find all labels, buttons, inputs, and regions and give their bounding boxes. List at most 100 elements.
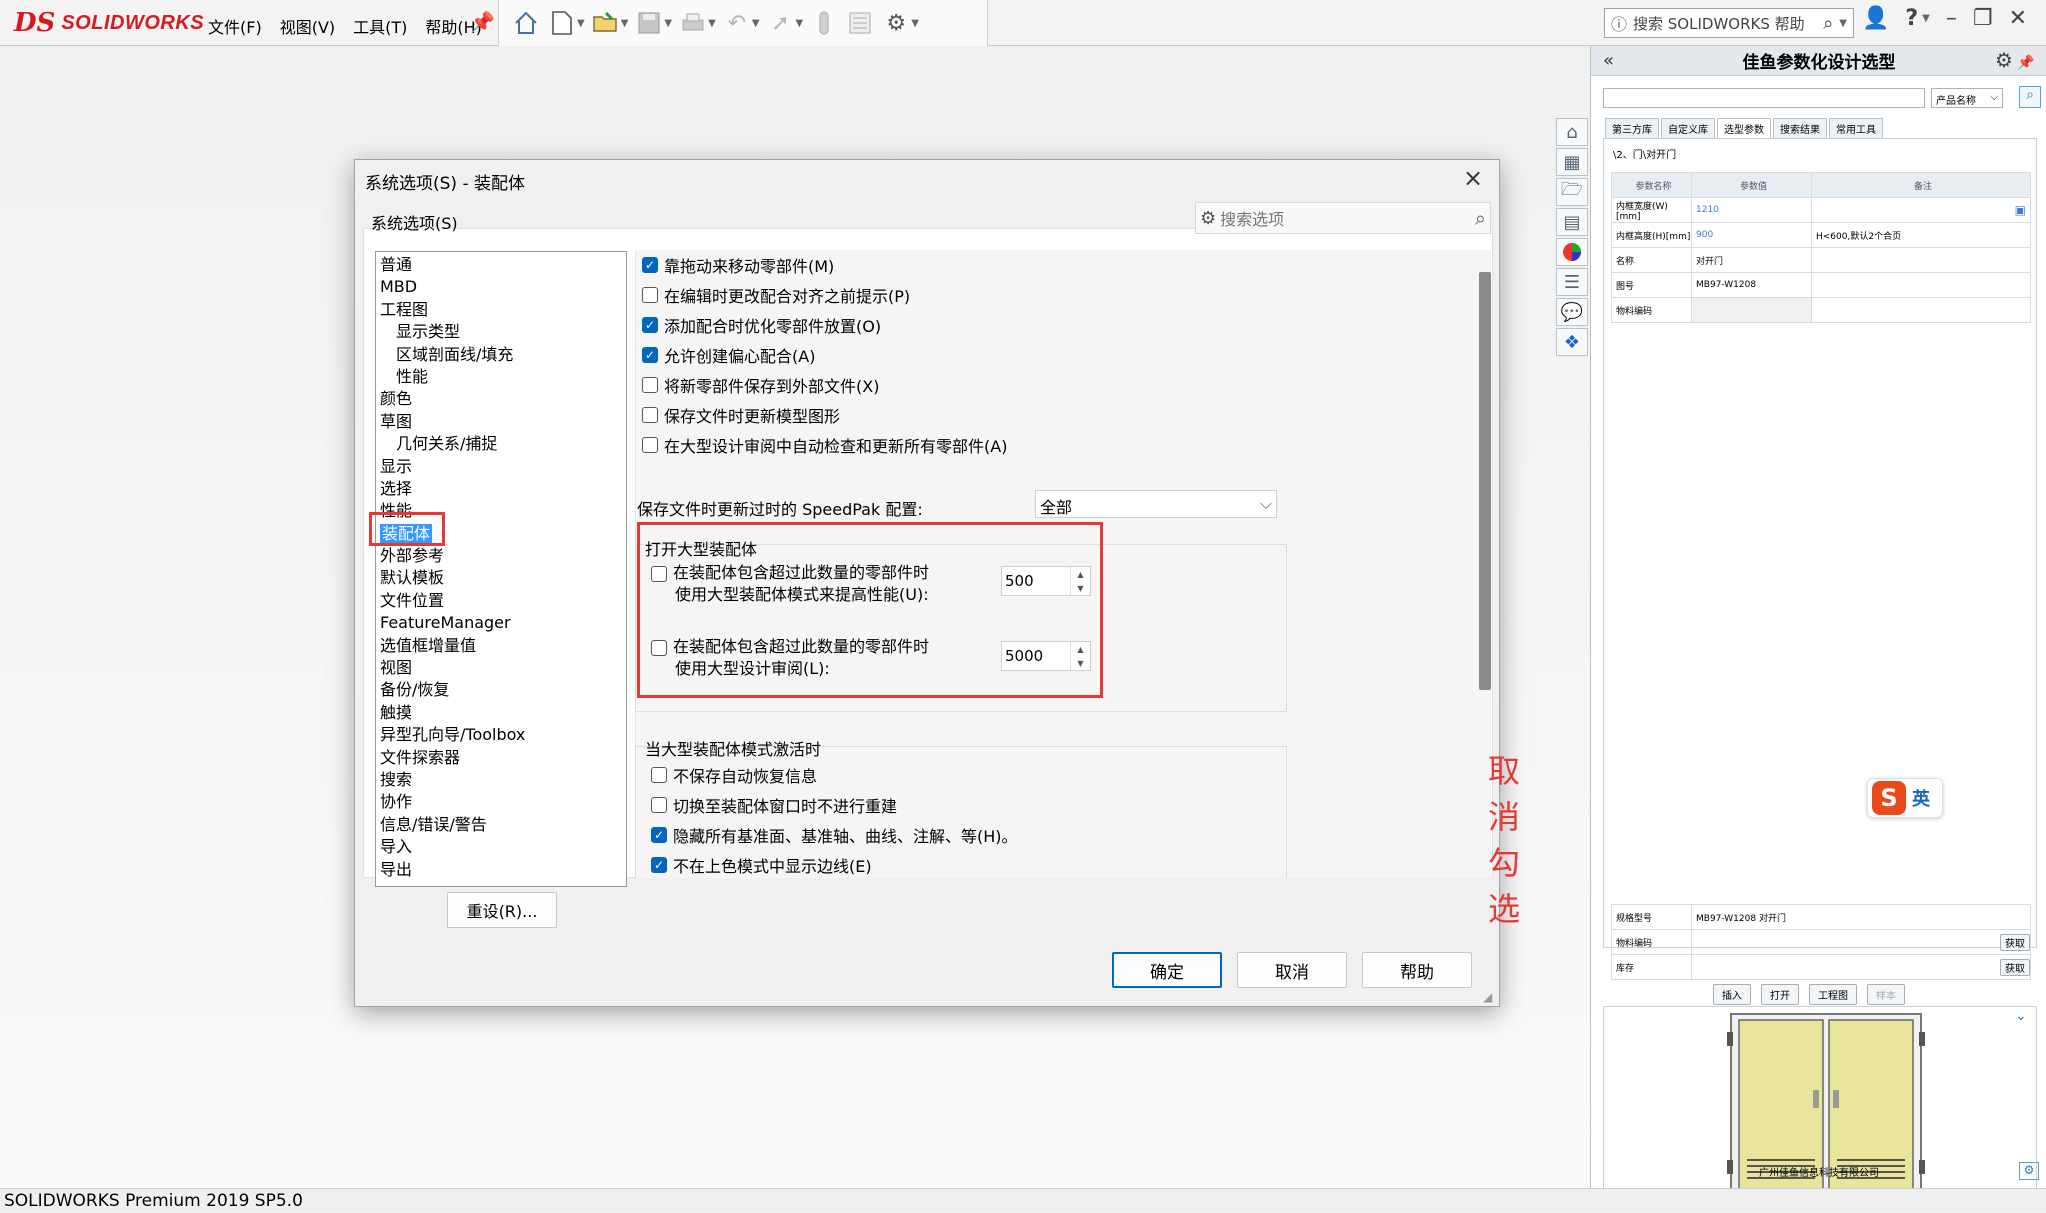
checkbox-unchecked[interactable] [642, 437, 658, 453]
forum-icon[interactable]: 💬 [1556, 298, 1588, 326]
checkbox-unchecked[interactable] [642, 377, 658, 393]
tree-item[interactable]: 工程图 [380, 299, 622, 321]
reset-button[interactable]: 重设(R)... [447, 892, 557, 928]
undo-icon[interactable]: ↶ [722, 8, 752, 38]
checkbox-unchecked[interactable] [651, 797, 667, 813]
param-value-input[interactable]: 1210 [1691, 197, 1812, 223]
checkbox-checked[interactable]: ✓ [642, 317, 658, 333]
collapse-panel-icon[interactable]: « [1603, 50, 1614, 71]
tree-item[interactable]: 普通 [380, 254, 622, 276]
tree-item[interactable]: 导入 [380, 836, 622, 858]
tree-item[interactable]: 信息/错误/警告 [380, 814, 622, 836]
tree-item[interactable]: 搜索 [380, 769, 622, 791]
tree-item[interactable]: 显示 [380, 456, 622, 478]
tree-item[interactable]: 协作 [380, 791, 622, 813]
menu-view[interactable]: 视图(V) [278, 12, 337, 40]
open-button[interactable]: 打开 [1761, 984, 1799, 1005]
tree-item[interactable]: 外部参考 [380, 545, 622, 567]
tree-subitem[interactable]: 性能 [380, 366, 622, 388]
search-icon[interactable]: ⌕ [1475, 206, 1486, 230]
tree-item[interactable]: 导出 [380, 859, 622, 881]
open-folder-icon[interactable] [591, 8, 621, 38]
help-icon[interactable]: ? [1905, 6, 1918, 31]
rebuild-icon[interactable] [809, 8, 839, 38]
user-icon[interactable]: 👤 [1862, 6, 1889, 31]
options-gear-icon[interactable]: ⚙ [881, 8, 911, 38]
option-optimize-placement[interactable]: ✓ 添加配合时优化零部件放置(O) [642, 310, 1491, 340]
tree-subitem[interactable]: 显示类型 [380, 321, 622, 343]
chevron-down-icon[interactable]: ▼ [796, 18, 804, 29]
view-palette-icon[interactable]: ▤ [1556, 208, 1588, 236]
option-update-graphics[interactable]: 保存文件时更新模型图形 [642, 400, 1491, 430]
option-save-external[interactable]: 将新零部件保存到外部文件(X) [642, 370, 1491, 400]
chevron-down-icon[interactable]: ▼ [1839, 18, 1847, 29]
tree-item[interactable]: 草图 [380, 411, 622, 433]
get-material-code-button[interactable]: 获取 [2000, 933, 2030, 951]
sample-button[interactable]: 样本 [1867, 984, 1905, 1005]
tree-item[interactable]: 选值框增量值 [380, 635, 622, 657]
tree-item[interactable]: 颜色 [380, 388, 622, 410]
close-icon[interactable]: × [1463, 164, 1483, 192]
save-icon[interactable] [634, 8, 664, 38]
ime-indicator[interactable]: S 英 [1867, 778, 1943, 818]
product-search-input[interactable] [1603, 88, 1925, 108]
checkbox-unchecked[interactable] [651, 767, 667, 783]
help-search-box[interactable]: ⓘ 搜索 SOLIDWORKS 帮助 ⌕ ▼ [1604, 8, 1854, 38]
tree-item[interactable]: 异型孔向导/Toolbox [380, 724, 622, 746]
help-search-input[interactable]: 搜索 SOLIDWORKS 帮助 [1633, 13, 1817, 34]
pin-icon[interactable]: 📌 [2013, 55, 2034, 71]
option-eccentric-mates[interactable]: ✓ 允许创建偏心配合(A) [642, 340, 1491, 370]
search-icon[interactable]: ⌕ [2019, 86, 2041, 108]
select-arrow-icon[interactable]: ➚ [766, 8, 796, 38]
tab-selection-params[interactable]: 选型参数 [1717, 118, 1771, 139]
option-drag-move[interactable]: ✓ 靠拖动来移动零部件(M) [642, 250, 1491, 280]
appearances-icon[interactable] [1556, 238, 1588, 266]
tree-item[interactable]: 默认模板 [380, 567, 622, 589]
menu-tools[interactable]: 工具(T) [351, 12, 409, 40]
chevron-down-icon[interactable]: ▼ [708, 18, 716, 29]
custom-properties-icon[interactable]: ☰ [1556, 268, 1588, 296]
close-window-icon[interactable]: ✕ [2009, 6, 2027, 31]
option-auto-check-update[interactable]: 在大型设计审阅中自动检查和更新所有零部件(A) [642, 430, 1491, 460]
scrollbar-thumb[interactable] [1479, 272, 1491, 690]
tree-item[interactable]: 文件探索器 [380, 747, 622, 769]
help-button[interactable]: 帮助 [1362, 952, 1472, 988]
menu-file[interactable]: 文件(F) [206, 12, 264, 40]
chevron-down-icon[interactable]: ⌄ [2015, 1008, 2027, 1024]
pin-icon[interactable]: 📌 [470, 10, 495, 34]
checkbox-checked[interactable]: ✓ [642, 257, 658, 273]
image-icon[interactable]: ▣ [2015, 203, 2026, 217]
tree-item[interactable]: 触摸 [380, 702, 622, 724]
chevron-down-icon[interactable]: ▼ [664, 18, 672, 29]
home-tab-icon[interactable]: ⌂ [1556, 118, 1588, 146]
resize-grip-icon[interactable]: ◢ [1483, 990, 1492, 1004]
print-icon[interactable] [678, 8, 708, 38]
tree-item[interactable]: 选择 [380, 478, 622, 500]
search-icon[interactable]: ⌕ [1823, 13, 1833, 34]
options-search-box[interactable]: ⚙ 搜索选项 ⌕ [1195, 202, 1491, 234]
checkbox-checked[interactable]: ✓ [651, 827, 667, 843]
tree-item[interactable]: 文件位置 [380, 590, 622, 612]
option-no-autorecover[interactable]: 不保存自动恢复信息 [651, 760, 1018, 790]
tree-subitem[interactable]: 几何关系/捕捉 [380, 433, 622, 455]
param-value-input[interactable]: 900 [1691, 222, 1812, 248]
checkbox-unchecked[interactable] [642, 407, 658, 423]
get-stock-button[interactable]: 获取 [2000, 958, 2030, 976]
chevron-down-icon[interactable]: ▼ [911, 18, 919, 29]
drawing-button[interactable]: 工程图 [1809, 984, 1857, 1005]
tab-search-results[interactable]: 搜索结果 [1773, 118, 1827, 139]
file-properties-icon[interactable] [845, 8, 875, 38]
panel-settings-icon[interactable]: ⚙ 📌 [1995, 48, 2035, 72]
tree-item[interactable]: MBD [380, 276, 622, 298]
checkbox-checked[interactable]: ✓ [642, 347, 658, 363]
option-prompt-align[interactable]: 在编辑时更改配合对齐之前提示(P) [642, 280, 1491, 310]
home-icon[interactable] [511, 8, 541, 38]
tab-common-tools[interactable]: 常用工具 [1829, 118, 1883, 139]
tab-custom-lib[interactable]: 自定义库 [1661, 118, 1715, 139]
tree-item[interactable]: 备份/恢复 [380, 679, 622, 701]
option-no-rebuild[interactable]: 切换至装配体窗口时不进行重建 [651, 790, 1018, 820]
chevron-down-icon[interactable]: ▼ [621, 18, 629, 29]
tab-system-options[interactable]: 系统选项(S) [363, 202, 563, 234]
checkbox-unchecked[interactable] [642, 287, 658, 303]
tree-item[interactable]: 视图 [380, 657, 622, 679]
